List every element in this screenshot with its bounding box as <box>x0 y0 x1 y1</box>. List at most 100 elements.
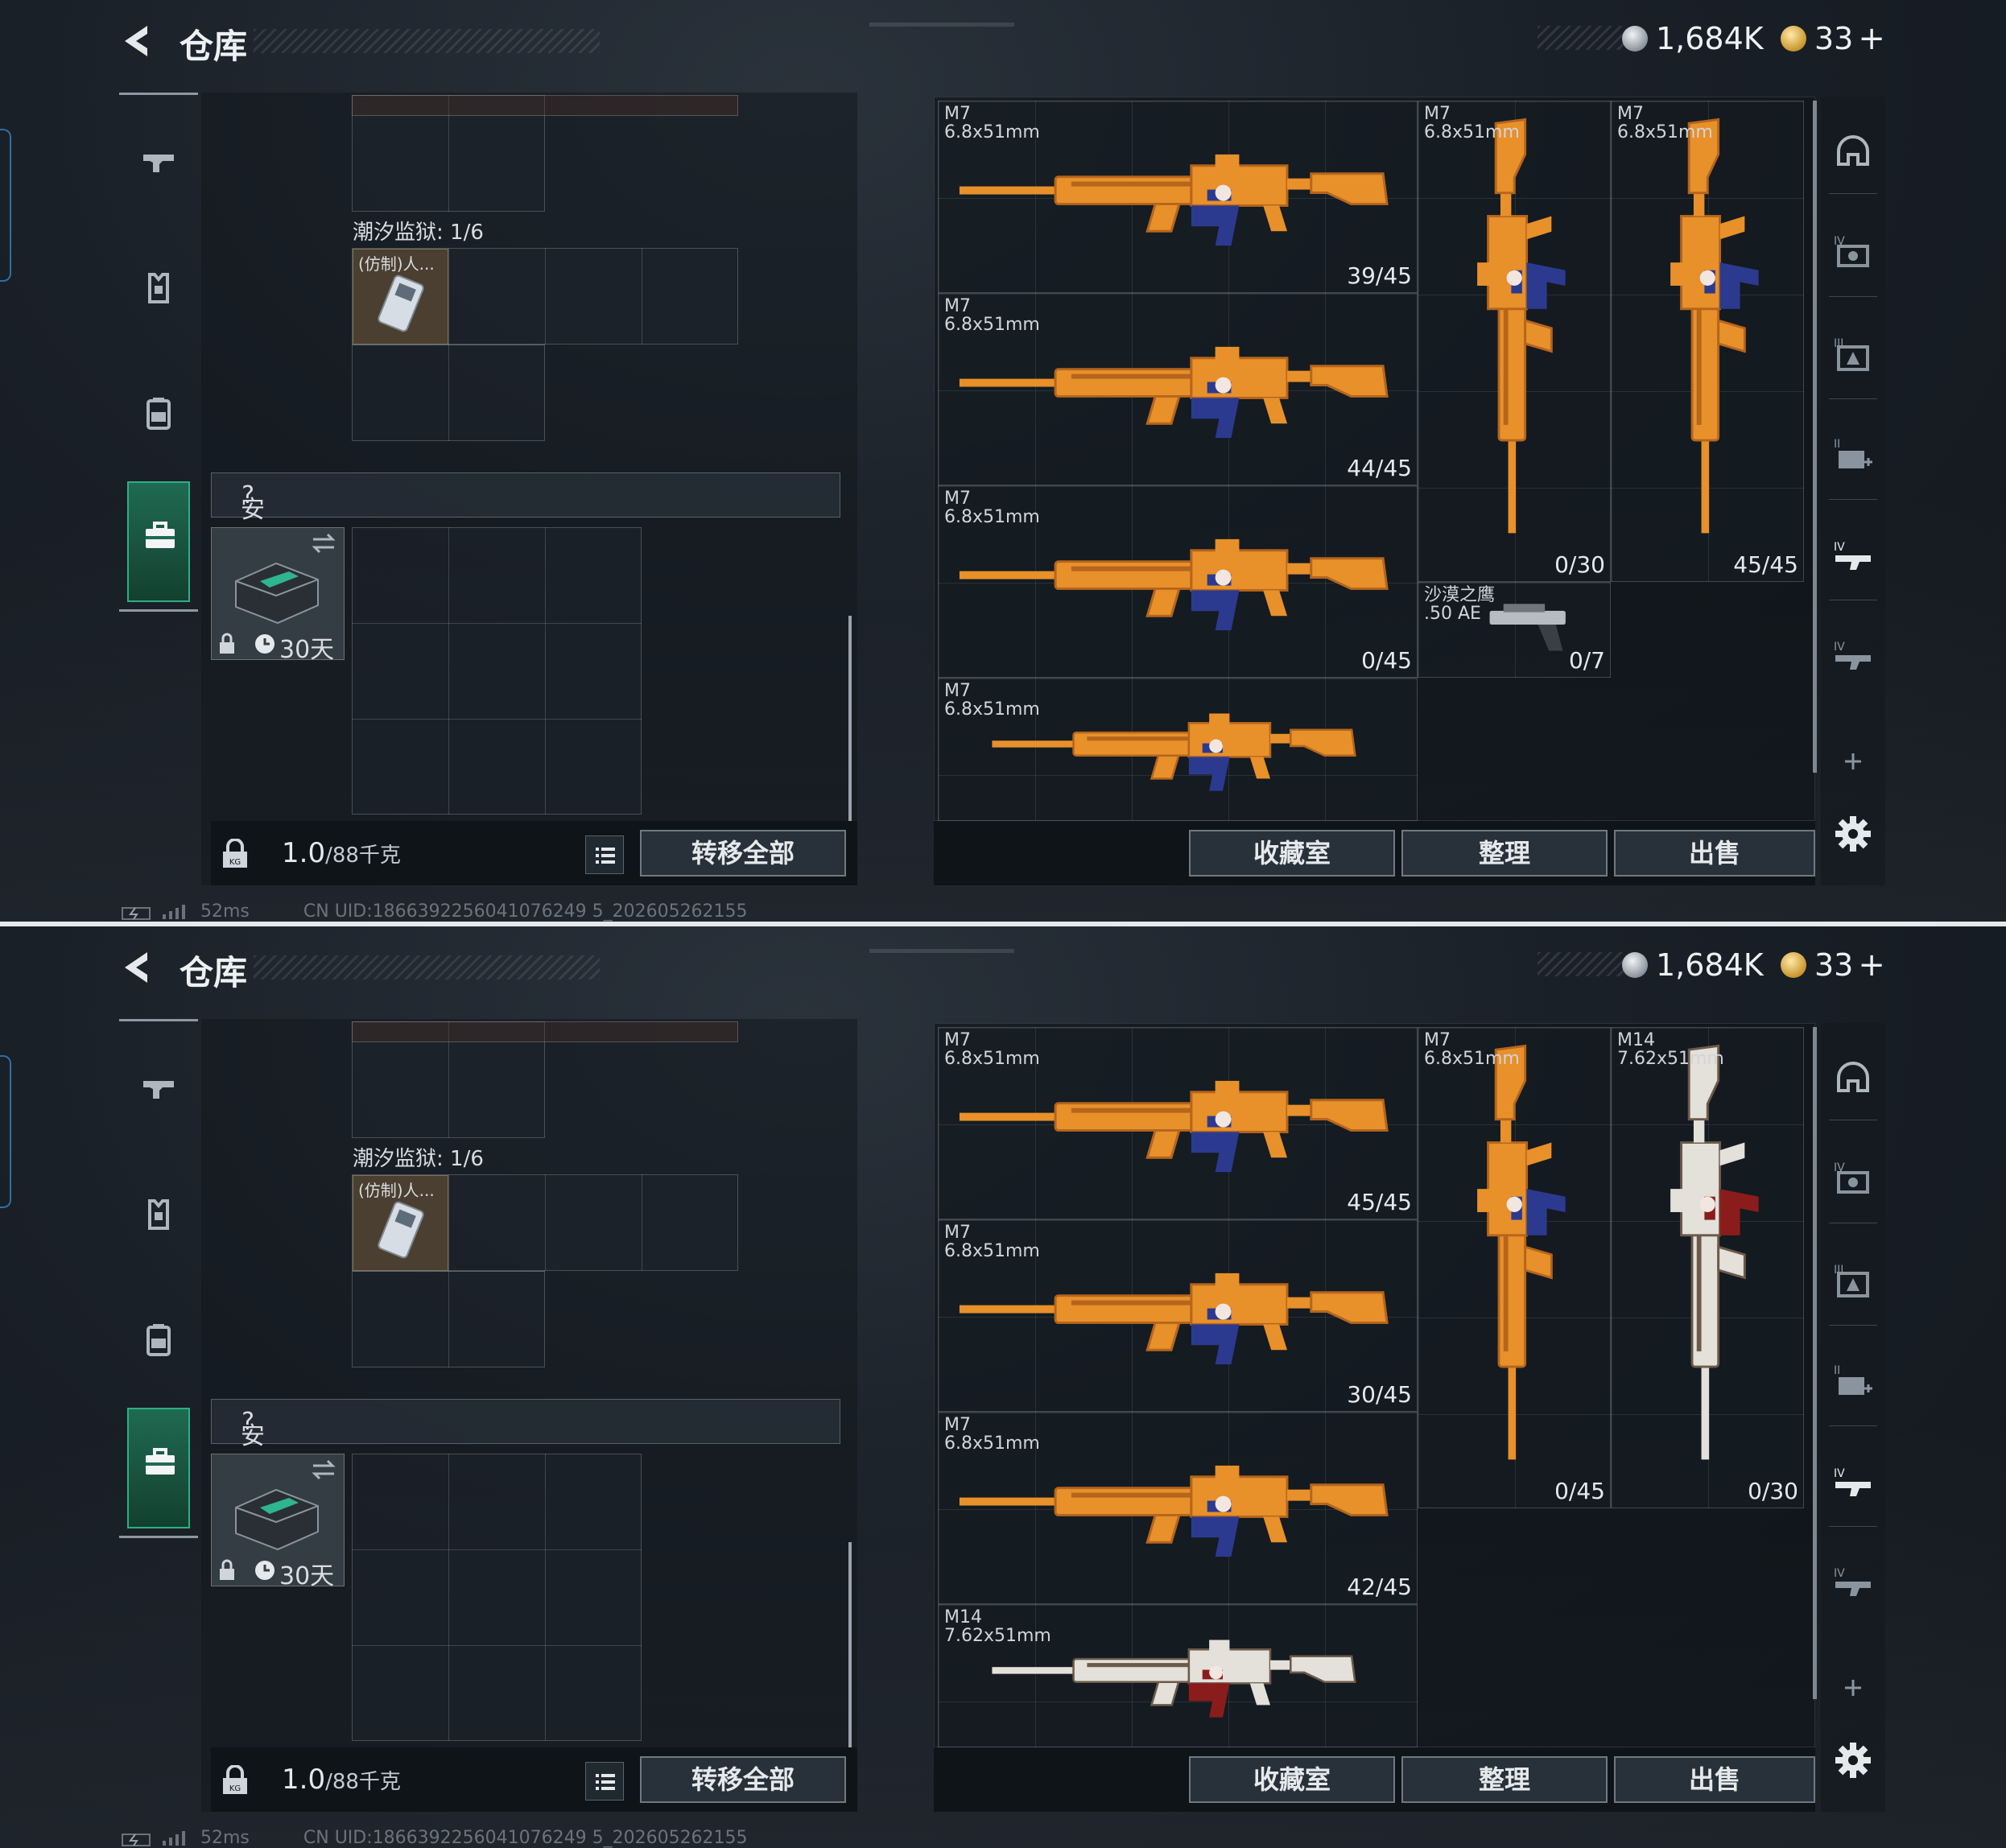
weapon-model: M7 <box>944 296 971 316</box>
weapon-cell[interactable]: M7 6.8x51mm 30/45 <box>938 1219 1418 1412</box>
weapon-name: M7 6.8x51mm <box>944 1223 1040 1260</box>
medkit-filter-icon[interactable]: II <box>1832 1361 1874 1403</box>
backpack-scrollbar[interactable] <box>848 616 852 821</box>
magazine-filter-icon[interactable]: IV <box>1832 1564 1874 1606</box>
pistol-tab-icon[interactable] <box>138 143 179 184</box>
armor-filter-icon[interactable]: IV <box>1832 1158 1874 1200</box>
item-label: (仿制)人... <box>358 1181 435 1200</box>
weapon-caliber: 6.8x51mm <box>1617 122 1713 142</box>
warehouse-scrollbar[interactable] <box>1813 101 1817 773</box>
list-icon <box>596 848 615 864</box>
rig-filter-icon[interactable]: III <box>1832 334 1874 376</box>
inventory-item[interactable]: (仿制)人... <box>353 249 448 344</box>
plus-icon[interactable] <box>1832 740 1874 782</box>
organize-button[interactable]: 整理 <box>1401 1756 1608 1803</box>
currency-decoration <box>1538 26 1626 50</box>
gun-filter-icon[interactable]: IV <box>1832 1464 1874 1506</box>
weapon-cell[interactable]: M7 6.8x51mm 0/45 <box>1418 1027 1611 1508</box>
rifle-image <box>951 1437 1399 1581</box>
gold-currency[interactable]: 33 + <box>1781 943 1885 988</box>
rig-filter-icon[interactable]: III <box>1832 1260 1874 1302</box>
pistol-tab-icon[interactable] <box>138 1070 179 1110</box>
tab-safebox[interactable] <box>127 481 190 602</box>
ammo-count: 44/45 <box>1347 455 1412 481</box>
gun-filter-icon[interactable]: IV <box>1832 538 1874 580</box>
weapon-cell[interactable]: M7 6.8x51mm 0/45 <box>938 485 1418 678</box>
status-bar: 52ms CN UID:1866392256041076249 5_202605… <box>121 901 748 922</box>
back-arrow-icon[interactable] <box>117 21 157 61</box>
safebox-item[interactable]: 30天 <box>211 1454 345 1590</box>
weapon-name: M7 6.8x51mm <box>944 297 1040 334</box>
weapon-cell[interactable]: M7 6.8x51mm 45/45 <box>938 1027 1418 1219</box>
safebox-item[interactable]: 30天 <box>211 527 345 664</box>
list-view-button[interactable] <box>585 835 624 874</box>
back-arrow-icon[interactable] <box>117 947 157 988</box>
weapon-cell[interactable]: M14 7.62x51mm 0/30 <box>1611 1027 1804 1508</box>
rifle-image <box>951 318 1399 462</box>
svg-text:IV: IV <box>1834 541 1845 554</box>
sell-button[interactable]: 出售 <box>1614 830 1815 877</box>
tab-safebox[interactable] <box>127 1408 190 1528</box>
title-decoration <box>254 955 600 980</box>
inventory-item[interactable]: (仿制)人... <box>353 1175 448 1271</box>
title-decoration <box>254 29 600 53</box>
lock-icon[interactable]: KG <box>211 1747 259 1812</box>
safebox-label: 安全箱: 0/9 ? <box>241 481 279 624</box>
medkit-filter-icon[interactable]: II <box>1832 435 1874 476</box>
safebox-grid <box>352 527 642 815</box>
weapon-cell[interactable]: M7 6.8x51mm 39/45 <box>938 101 1418 293</box>
grid-line <box>352 623 642 624</box>
weapon-model: M7 <box>1424 1030 1451 1050</box>
id-card-icon <box>378 1201 424 1259</box>
weapon-cell[interactable]: M7 6.8x51mm 0/30 <box>1418 101 1611 582</box>
weapon-cell[interactable]: M7 6.8x51mm 44/45 <box>938 293 1418 485</box>
lock-icon[interactable]: KG <box>211 821 259 885</box>
backpack-tab-icon[interactable] <box>138 1319 179 1359</box>
collection-room-button[interactable]: 收藏室 <box>1189 1756 1395 1803</box>
weapon-cell[interactable]: M7 6.8x51mm 45/45 <box>1611 101 1804 582</box>
edge-tab-indicator <box>0 129 11 282</box>
list-view-button[interactable] <box>585 1762 624 1801</box>
armor-tab-icon[interactable] <box>138 268 179 308</box>
container-label: 潮汐监狱: 1/6 <box>353 1147 484 1171</box>
pistol-image <box>1483 592 1579 657</box>
safebox-case-icon <box>235 562 319 625</box>
safebox-header: 安全箱: 0/9 ? <box>211 472 840 624</box>
header-decoration <box>869 949 1014 960</box>
collection-room-button[interactable]: 收藏室 <box>1189 830 1395 877</box>
armor-filter-icon[interactable]: IV <box>1832 232 1874 274</box>
backpack-scrollbar[interactable] <box>848 1542 852 1747</box>
swap-icon[interactable] <box>310 1459 337 1480</box>
organize-button[interactable]: 整理 <box>1401 830 1608 877</box>
helmet-filter-icon[interactable] <box>1832 132 1874 174</box>
swap-icon[interactable] <box>310 533 337 554</box>
helmet-filter-icon[interactable] <box>1832 1058 1874 1100</box>
rifle-image <box>951 1052 1399 1196</box>
sell-button[interactable]: 出售 <box>1614 1756 1815 1803</box>
gold-currency[interactable]: 33 + <box>1781 16 1885 61</box>
armor-tab-icon[interactable] <box>138 1194 179 1235</box>
gear-icon[interactable] <box>1832 1739 1874 1781</box>
grid-line <box>352 1645 642 1646</box>
weapon-model: M7 <box>944 681 971 701</box>
weapon-caliber: 6.8x51mm <box>944 699 1040 720</box>
lock-icon <box>220 633 234 654</box>
magazine-filter-icon[interactable]: IV <box>1832 637 1874 679</box>
weapon-cell[interactable]: M14 7.62x51mm <box>938 1604 1418 1747</box>
backpack-tab-icon[interactable] <box>138 393 179 433</box>
weapon-cell[interactable]: M7 6.8x51mm <box>938 678 1418 821</box>
status-bar: 52ms CN UID:1866392256041076249 5_202605… <box>121 1828 748 1848</box>
grid-line <box>352 344 545 345</box>
plus-icon[interactable] <box>1832 1667 1874 1709</box>
transfer-all-button[interactable]: 转移全部 <box>640 1756 846 1803</box>
transfer-all-button[interactable]: 转移全部 <box>640 830 846 877</box>
weapon-name: M7 6.8x51mm <box>944 489 1040 526</box>
weapon-cell[interactable]: 沙漠之鹰 .50 AE 0/7 <box>1418 582 1611 678</box>
header-decoration <box>869 23 1014 34</box>
warehouse-scrollbar[interactable] <box>1813 1027 1817 1699</box>
gear-icon[interactable] <box>1832 813 1874 855</box>
safebox-grid <box>352 1454 642 1741</box>
weapon-cell[interactable]: M7 6.8x51mm 42/45 <box>938 1412 1418 1604</box>
category-sidebar <box>119 1019 198 1538</box>
backpack-footer: KG 1.0/88千克 转移全部 <box>211 1747 857 1812</box>
